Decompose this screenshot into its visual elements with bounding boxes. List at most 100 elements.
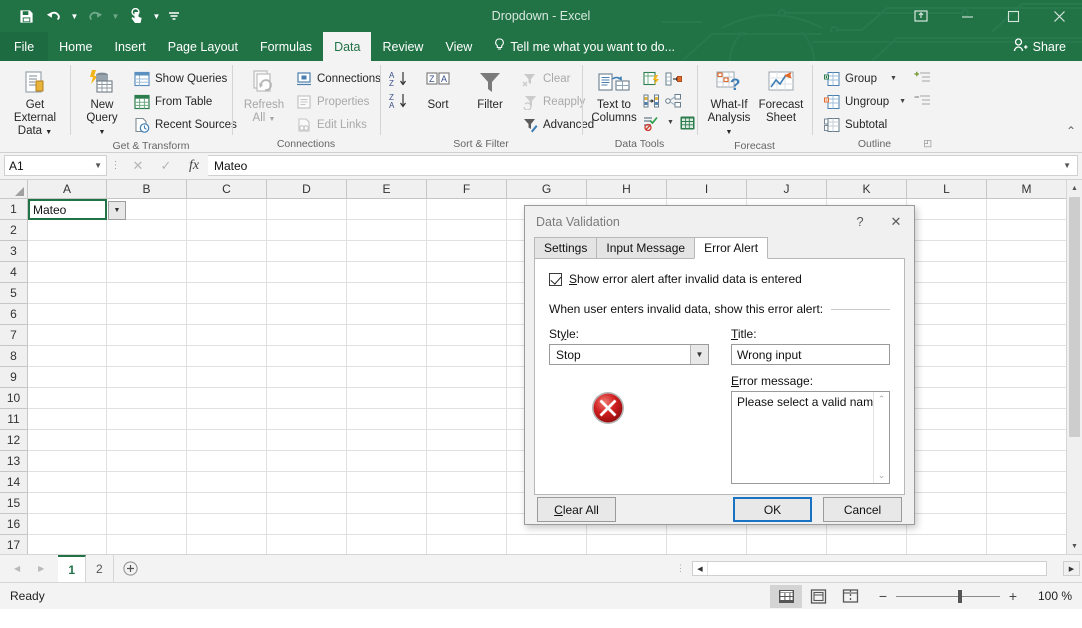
cell-m16[interactable]: [987, 514, 1067, 535]
cell-f12[interactable]: [427, 430, 507, 451]
cell-d16[interactable]: [267, 514, 347, 535]
row-header-12[interactable]: 12: [0, 430, 28, 451]
zoom-slider-thumb[interactable]: [958, 590, 962, 603]
row-header-10[interactable]: 10: [0, 388, 28, 409]
cell-b17[interactable]: [107, 535, 187, 554]
cell-d13[interactable]: [267, 451, 347, 472]
remove-duplicates-icon[interactable]: [662, 68, 684, 89]
cell-d9[interactable]: [267, 367, 347, 388]
cell-a11[interactable]: [28, 409, 107, 430]
collapse-ribbon-icon[interactable]: ⌃: [1066, 124, 1076, 138]
cell-f13[interactable]: [427, 451, 507, 472]
cell-a9[interactable]: [28, 367, 107, 388]
cell-c4[interactable]: [187, 262, 267, 283]
cell-b16[interactable]: [107, 514, 187, 535]
sort-a-to-z-button[interactable]: AZ: [386, 68, 412, 90]
show-detail-icon[interactable]: [911, 69, 933, 87]
cell-c8[interactable]: [187, 346, 267, 367]
cell-c17[interactable]: [187, 535, 267, 554]
subtotal-button[interactable]: Subtotal: [818, 113, 911, 136]
column-header-a[interactable]: A: [28, 180, 107, 199]
normal-view-icon[interactable]: [770, 585, 802, 608]
cell-d8[interactable]: [267, 346, 347, 367]
show-error-alert-checkbox[interactable]: [549, 273, 562, 286]
share-button[interactable]: Share: [1005, 35, 1074, 58]
tab-file[interactable]: File: [0, 32, 48, 61]
cell-e6[interactable]: [347, 304, 427, 325]
vertical-scrollbar[interactable]: ▲ ▼: [1066, 180, 1082, 554]
window-controls[interactable]: [898, 0, 1082, 32]
column-header-f[interactable]: F: [427, 180, 507, 199]
new-query-button[interactable]: New Query ▼: [76, 64, 128, 139]
cell-c11[interactable]: [187, 409, 267, 430]
page-layout-view-icon[interactable]: [802, 585, 834, 608]
dialog-help-icon[interactable]: ?: [842, 206, 878, 237]
cell-m14[interactable]: [987, 472, 1067, 493]
cell-a6[interactable]: [28, 304, 107, 325]
cell-a8[interactable]: [28, 346, 107, 367]
cell-l2[interactable]: [907, 220, 987, 241]
cell-e10[interactable]: [347, 388, 427, 409]
row-header-2[interactable]: 2: [0, 220, 28, 241]
cell-d12[interactable]: [267, 430, 347, 451]
cell-a17[interactable]: [28, 535, 107, 554]
sheet-nav-arrows[interactable]: ◀ ▶: [0, 555, 44, 582]
column-header-m[interactable]: M: [987, 180, 1067, 199]
properties-button[interactable]: Properties: [290, 90, 386, 113]
touch-mode-dropdown-icon[interactable]: ▼: [150, 3, 163, 29]
cell-e13[interactable]: [347, 451, 427, 472]
cell-c7[interactable]: [187, 325, 267, 346]
scroll-up-icon[interactable]: ▲: [1067, 180, 1082, 196]
cell-l8[interactable]: [907, 346, 987, 367]
cell-l9[interactable]: [907, 367, 987, 388]
cell-l7[interactable]: [907, 325, 987, 346]
cell-b5[interactable]: [107, 283, 187, 304]
cell-l12[interactable]: [907, 430, 987, 451]
cell-a13[interactable]: [28, 451, 107, 472]
clear-all-button[interactable]: Clear All: [537, 497, 616, 522]
row-header-7[interactable]: 7: [0, 325, 28, 346]
cell-i17[interactable]: [667, 535, 747, 554]
data-validation-dropdown-icon[interactable]: ▼: [664, 119, 677, 126]
cell-b9[interactable]: [107, 367, 187, 388]
select-all-corner[interactable]: [0, 180, 28, 199]
row-header-13[interactable]: 13: [0, 451, 28, 472]
tab-insert[interactable]: Insert: [104, 32, 157, 61]
cell-d14[interactable]: [267, 472, 347, 493]
scroll-right-icon[interactable]: ▶: [1063, 561, 1080, 576]
cell-f6[interactable]: [427, 304, 507, 325]
cell-m6[interactable]: [987, 304, 1067, 325]
scroll-left-icon[interactable]: ◀: [693, 562, 708, 575]
ungroup-button[interactable]: Ungroup ▼: [818, 90, 911, 113]
cell-e9[interactable]: [347, 367, 427, 388]
tab-data[interactable]: Data: [323, 32, 371, 61]
save-icon[interactable]: [12, 3, 40, 29]
name-box[interactable]: A1 ▼: [4, 155, 107, 176]
cell-f11[interactable]: [427, 409, 507, 430]
zoom-out-button[interactable]: −: [872, 588, 894, 604]
data-validation-icon[interactable]: [640, 112, 662, 133]
column-header-c[interactable]: C: [187, 180, 267, 199]
column-header-e[interactable]: E: [347, 180, 427, 199]
tab-page-layout[interactable]: Page Layout: [157, 32, 249, 61]
page-break-preview-icon[interactable]: [834, 585, 866, 608]
textarea-scroll-down-icon[interactable]: ⌄: [878, 470, 886, 481]
cell-d7[interactable]: [267, 325, 347, 346]
redo-dropdown-icon[interactable]: ▼: [109, 3, 122, 29]
zoom-control[interactable]: − +: [866, 588, 1030, 604]
ok-button[interactable]: OK: [733, 497, 812, 522]
tab-view[interactable]: View: [434, 32, 483, 61]
name-box-dropdown-icon[interactable]: ▼: [94, 161, 102, 170]
cell-m8[interactable]: [987, 346, 1067, 367]
cell-b4[interactable]: [107, 262, 187, 283]
close-icon[interactable]: [1036, 0, 1082, 32]
cell-m17[interactable]: [987, 535, 1067, 554]
cell-e17[interactable]: [347, 535, 427, 554]
cell-f10[interactable]: [427, 388, 507, 409]
sheet-tab-2[interactable]: 2: [86, 555, 114, 582]
cell-m10[interactable]: [987, 388, 1067, 409]
cell-c16[interactable]: [187, 514, 267, 535]
cell-b6[interactable]: [107, 304, 187, 325]
show-error-alert-checkbox-row[interactable]: Show error alert after invalid data is e…: [549, 272, 890, 286]
cell-b13[interactable]: [107, 451, 187, 472]
